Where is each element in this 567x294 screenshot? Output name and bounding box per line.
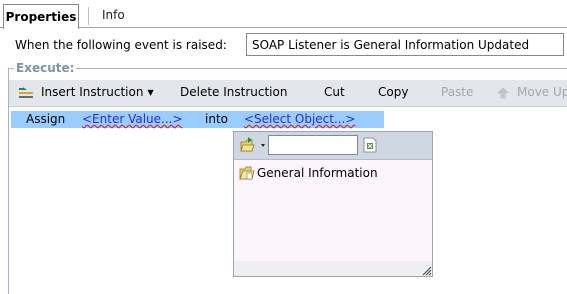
tab-bar [0, 0, 567, 28]
delete-instruction-button[interactable]: Delete Instruction [180, 85, 287, 99]
insert-instruction-label: Insert Instruction [41, 85, 144, 99]
move-up-icon [497, 87, 509, 99]
copy-button[interactable]: Copy [378, 85, 408, 99]
popup-footer [234, 261, 432, 276]
folder-dropdown-button[interactable] [240, 137, 268, 153]
into-keyword: into [205, 112, 228, 126]
chevron-down-icon: ▼ [147, 88, 154, 97]
clear-filter-icon[interactable] [363, 137, 377, 153]
select-object-link[interactable]: <Select Object...> [244, 112, 355, 126]
tab-info[interactable]: Info [94, 5, 133, 26]
event-label: When the following event is raised: [15, 38, 227, 52]
enter-value-link[interactable]: <Enter Value...> [82, 112, 183, 126]
object-search-input[interactable] [268, 135, 358, 155]
execute-legend: Execute: [14, 61, 77, 75]
tab-separator [88, 7, 89, 25]
folder-icon [239, 165, 256, 181]
resize-handle-icon[interactable] [420, 264, 432, 276]
insert-instruction-icon [17, 86, 35, 100]
tab-properties[interactable]: Properties [3, 4, 79, 29]
object-item-general-information[interactable]: General Information [257, 166, 378, 180]
insert-instruction-button[interactable]: Insert Instruction ▼ [41, 85, 154, 99]
assign-keyword: Assign [26, 112, 66, 126]
cut-button[interactable]: Cut [324, 85, 345, 99]
event-field[interactable]: SOAP Listener is General Information Upd… [246, 33, 564, 56]
move-up-button[interactable]: Move Up [517, 85, 567, 99]
paste-button[interactable]: Paste [441, 85, 473, 99]
